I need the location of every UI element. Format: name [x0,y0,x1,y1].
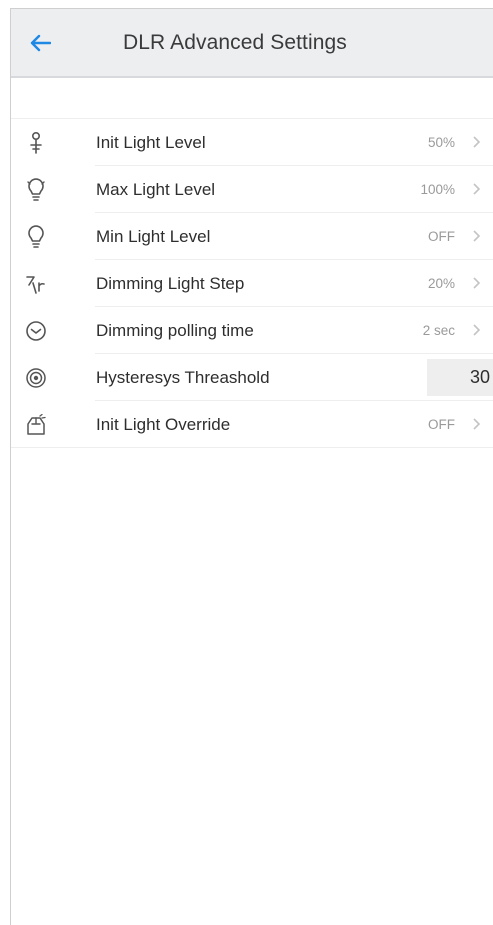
setting-label: Dimming polling time [96,320,254,340]
chevron-right-icon [468,416,484,432]
setting-label: Init Light Level [96,132,206,152]
chevron-right-icon [468,322,484,338]
app-header: DLR Advanced Settings [11,9,493,78]
settings-list: Init Light Level 50% Max Light Level 100… [11,118,493,448]
target-icon [12,354,60,401]
setting-value: 50% [427,135,455,150]
setting-value: OFF [428,229,455,244]
chevron-right-icon [468,181,484,197]
override-icon [12,401,60,448]
chevron-right-icon [468,134,484,150]
clock-icon [12,307,60,354]
chevron-right-icon [468,275,484,291]
setting-label: Max Light Level [96,179,216,199]
setting-value: 100% [420,182,455,197]
setting-row-dimming-light-step[interactable]: Dimming Light Step 20% [11,260,493,307]
setting-row-max-light-level[interactable]: Max Light Level 100% [11,166,493,213]
init-light-icon [12,119,60,166]
threshold-input[interactable]: 30 [427,359,493,396]
setting-label: Hysteresys Threashold [96,367,270,387]
chevron-right-icon [468,228,484,244]
setting-row-hysteresys-threashold[interactable]: Hysteresys Threashold 30 [11,354,493,401]
setting-label: Init Light Override [96,414,231,434]
dimming-step-icon [12,260,60,307]
setting-row-min-light-level[interactable]: Min Light Level OFF [11,213,493,260]
setting-row-dimming-polling-time[interactable]: Dimming polling time 2 sec [11,307,493,354]
setting-row-init-light-override[interactable]: Init Light Override OFF [11,401,493,448]
setting-value: 20% [427,276,455,291]
setting-label: Min Light Level [96,226,211,246]
max-light-bulb-icon [12,166,60,213]
page-title: DLR Advanced Settings [123,30,347,54]
back-arrow-icon [29,34,51,52]
setting-row-init-light-level[interactable]: Init Light Level 50% [11,118,493,166]
setting-value: OFF [428,417,455,432]
min-light-bulb-icon [12,213,60,260]
back-button[interactable] [15,9,65,76]
setting-value: 2 sec [422,323,455,338]
setting-label: Dimming Light Step [96,273,245,293]
